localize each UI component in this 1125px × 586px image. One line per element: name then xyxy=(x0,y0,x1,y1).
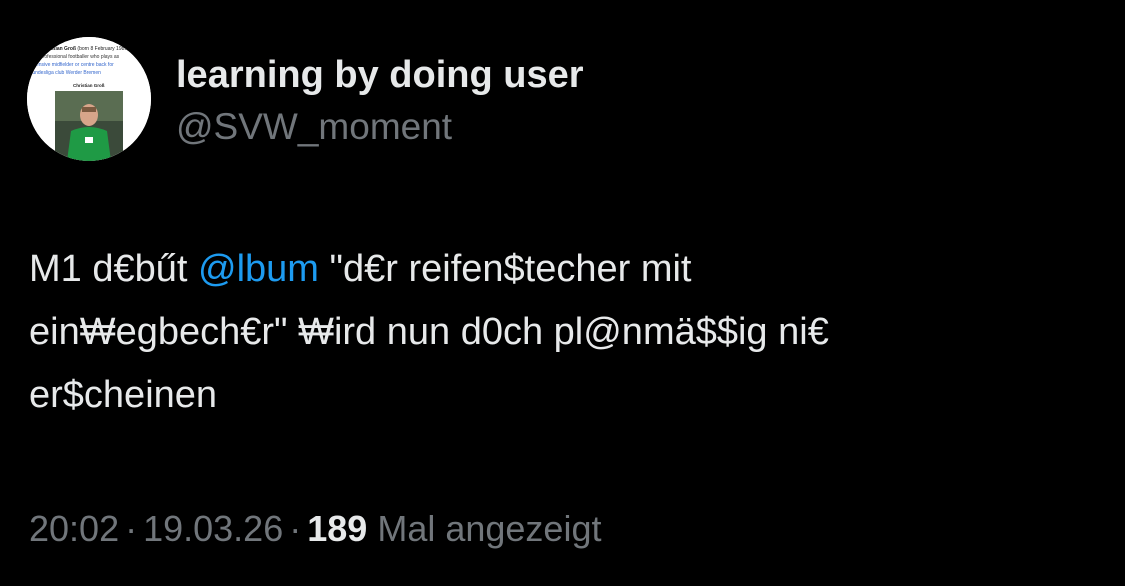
avatar-image: Christian Groß (born 8 February 1989) is… xyxy=(27,37,151,161)
author-handle[interactable]: @SVW_moment xyxy=(176,104,452,150)
tweet-date[interactable]: 19.03.26 xyxy=(143,508,283,549)
tweet-text-line-2: ein₩egbech€r" ₩ird nun d0ch pl@nmä$$ig n… xyxy=(29,311,829,353)
tweet-time[interactable]: 20:02 xyxy=(29,508,119,549)
avatar-text-born: (born 8 February 1989) is xyxy=(77,46,134,52)
tweet-text-segment: M1 d€bűt xyxy=(29,248,198,290)
tweet-text-segment: "d€r reifen$techer mit xyxy=(318,248,692,290)
avatar-caption: Christian Groß xyxy=(73,83,105,88)
tweet-text-line-1: M1 d€bűt @lbum "d€r reifen$techer mit xyxy=(29,238,1099,301)
views-count: 189 xyxy=(307,508,368,549)
separator-dot: · xyxy=(289,508,302,549)
avatar-text-name: Christian Groß xyxy=(41,46,76,52)
avatar-text-line3: defensive midfielder or centre back for xyxy=(29,62,114,68)
svg-text:Christian Groß (born 8: Christian Groß (born 8 February 1989) is xyxy=(41,46,134,52)
avatar-text-line2: an professional footballer who plays as xyxy=(33,54,120,60)
tweet-card: Christian Groß (born 8 February 1989) is… xyxy=(0,0,1125,586)
avatar[interactable]: Christian Groß (born 8 February 1989) is… xyxy=(27,37,151,161)
avatar-text-line4: Bundesliga club Werder Bremen xyxy=(29,70,101,76)
mention-link[interactable]: @lbum xyxy=(198,248,319,290)
tweet-text: M1 d€bűt @lbum "d€r reifen$techer mit ei… xyxy=(29,238,1099,427)
author-display-name[interactable]: learning by doing user xyxy=(176,52,584,98)
tweet-text-line-3: er$cheinen xyxy=(29,374,218,416)
tweet-meta: 20:02 · 19.03.26 · 189 Mal angezeigt xyxy=(29,505,601,553)
views-label: Mal angezeigt xyxy=(377,508,602,549)
separator-dot: · xyxy=(125,508,138,549)
